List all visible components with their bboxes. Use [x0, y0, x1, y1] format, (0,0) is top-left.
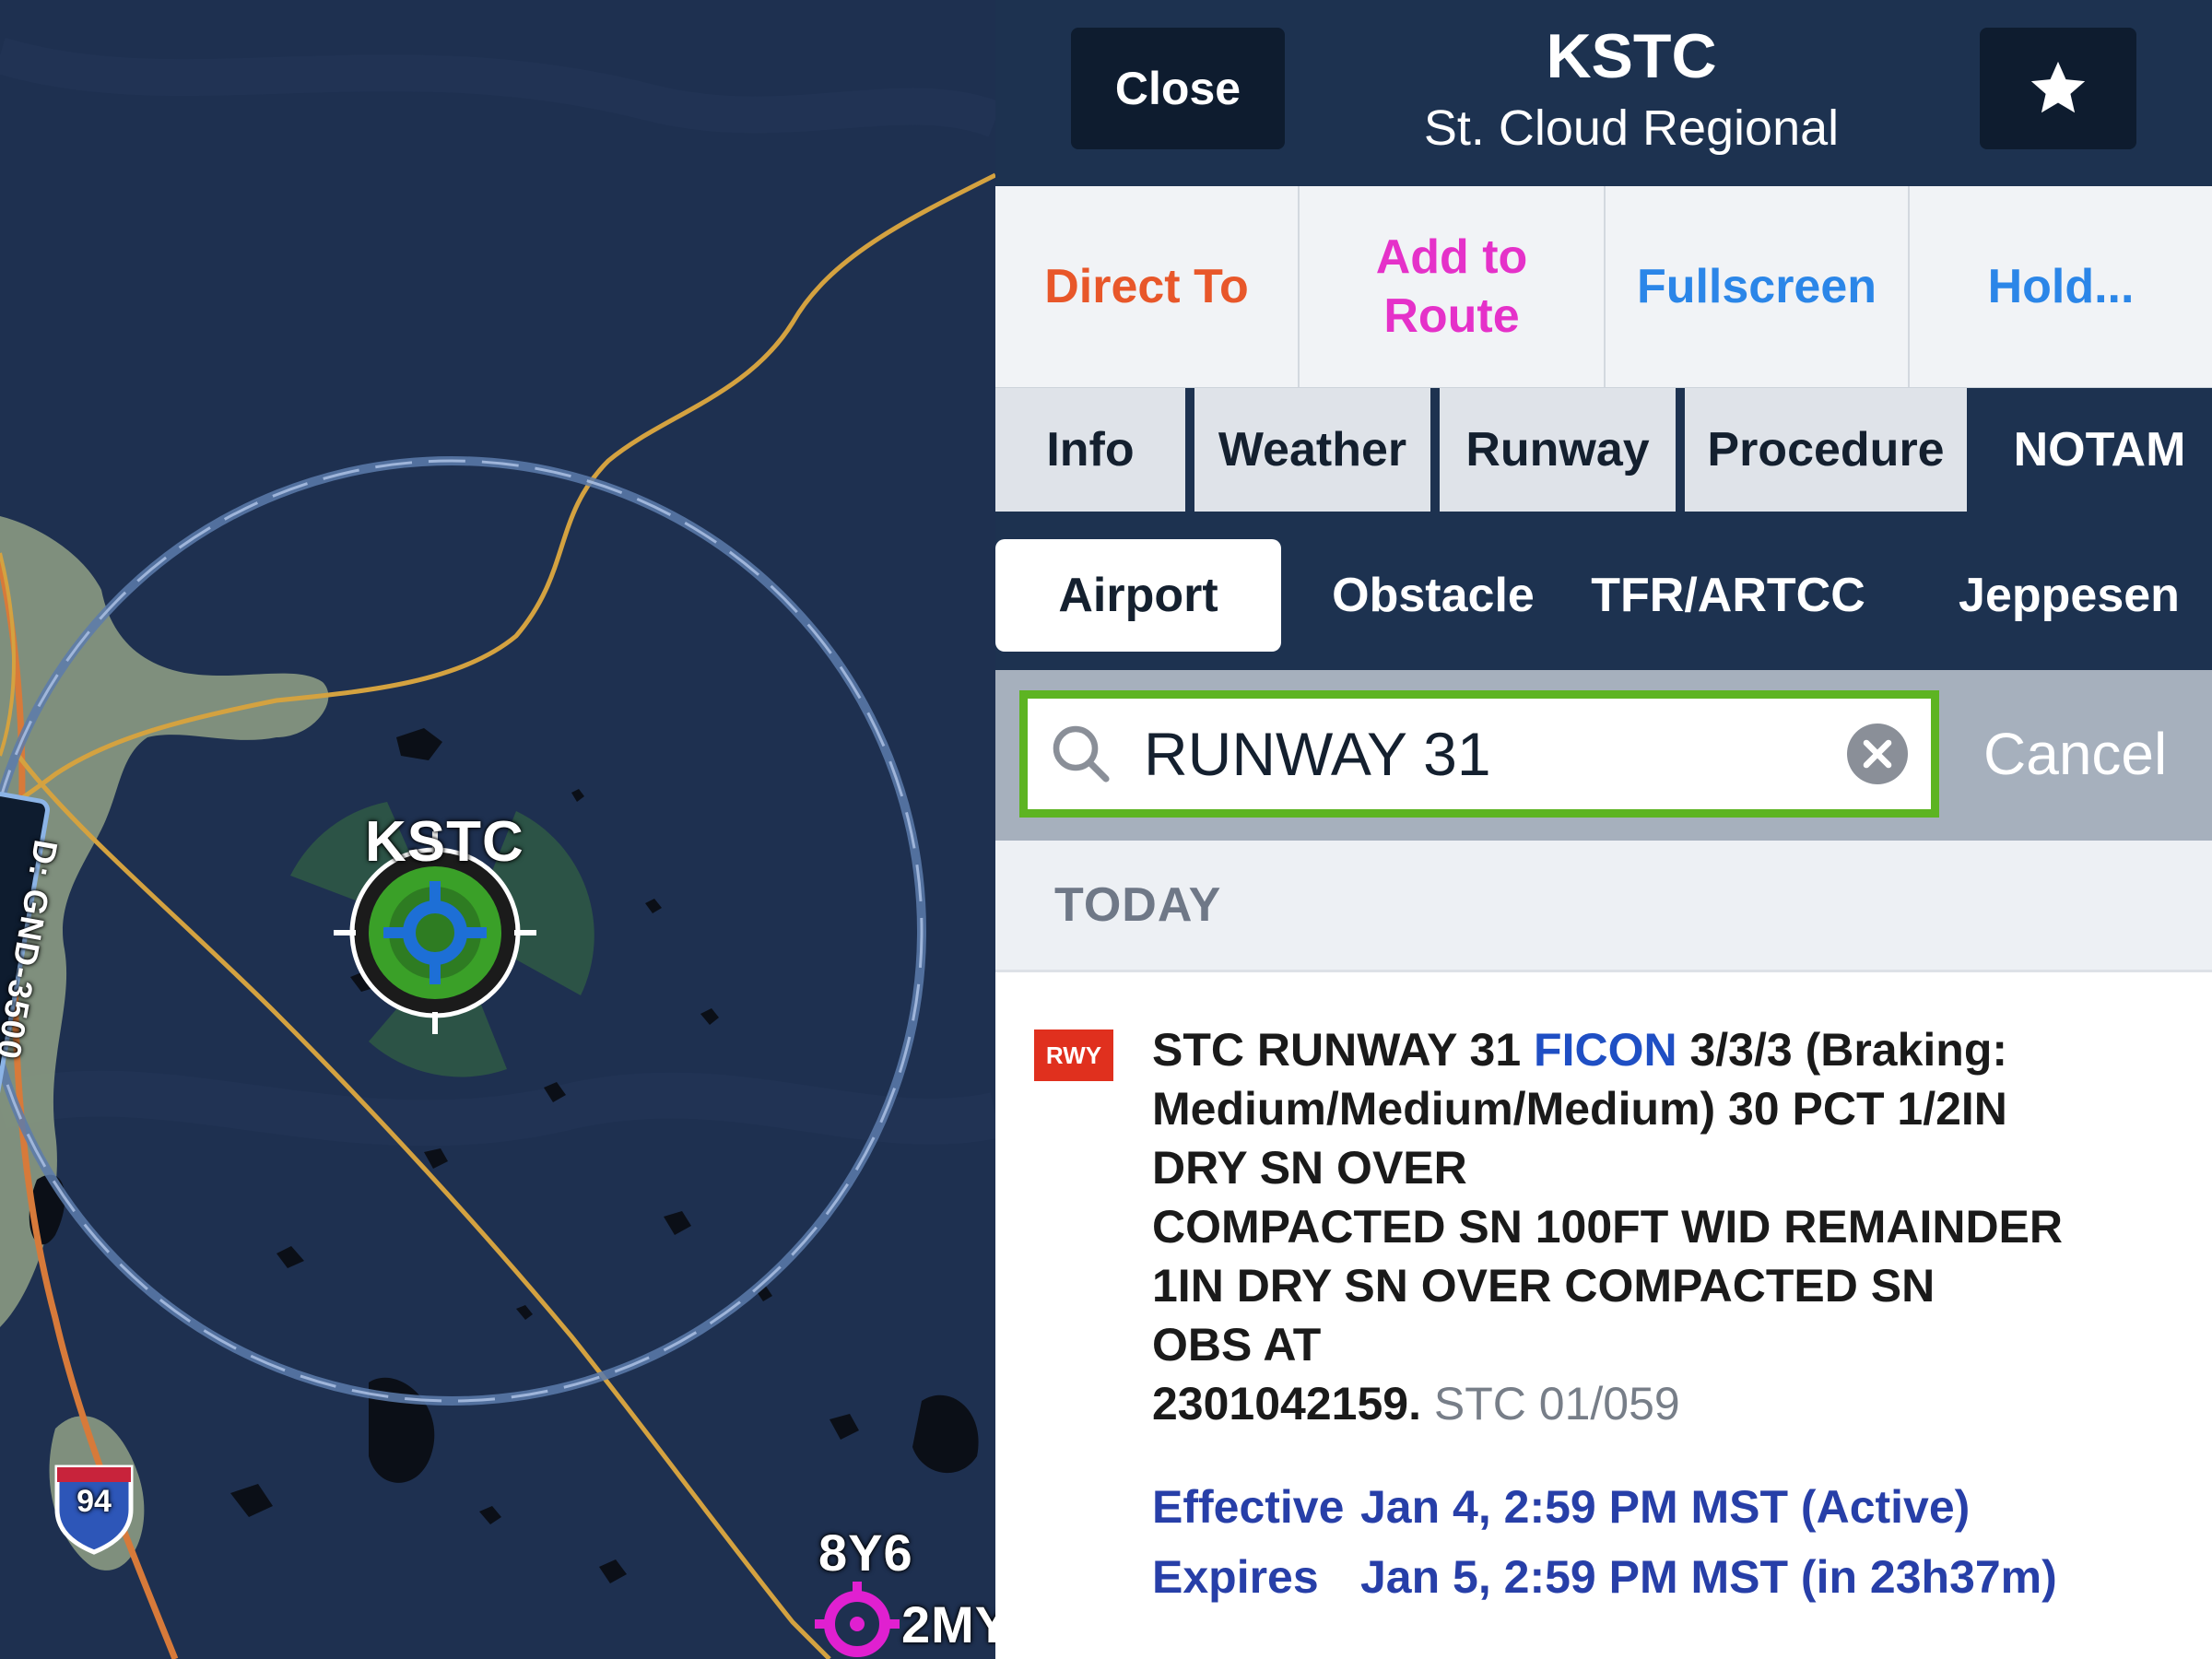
notam-line-7: 2301042159.: [1152, 1378, 1421, 1430]
tab-notam[interactable]: NOTAM: [1987, 388, 2212, 512]
airport-label-8y6[interactable]: 8Y6: [818, 1523, 913, 1583]
airport-label-kstc[interactable]: KSTC: [365, 809, 524, 875]
tab-weather[interactable]: Weather: [1194, 388, 1430, 512]
effective-row: Effective Jan 4, 2:59 PM MST (Active): [1152, 1480, 1970, 1534]
tab-info[interactable]: Info: [995, 388, 1185, 512]
notam-line-6: OBS AT: [1152, 1319, 1322, 1371]
expires-value: Jan 5, 2:59 PM MST (in 23h37m): [1360, 1551, 2057, 1603]
action-bar: Direct To Add to Route Fullscreen Hold..…: [995, 186, 2212, 390]
search-cancel-button[interactable]: Cancel: [1983, 690, 2167, 818]
notam-item[interactable]: RWY STC RUNWAY 31 FICON 3/3/3 (Braking: …: [995, 972, 2212, 1659]
search-bar: RUNWAY 31 Cancel: [995, 670, 2212, 841]
effective-label: Effective: [1152, 1481, 1345, 1533]
notam-line-2: Medium/Medium/Medium) 30 PCT 1/2IN: [1152, 1083, 2007, 1135]
tab-procedure[interactable]: Procedure: [1685, 388, 1967, 512]
rwy-badge: RWY: [1034, 1030, 1113, 1081]
tab-bar: Info Weather Runway Procedure NOTAM: [995, 388, 2212, 512]
panel-header: Close KSTC St. Cloud Regional: [995, 0, 2212, 186]
search-field[interactable]: RUNWAY 31: [1019, 690, 1939, 818]
airport-label-2my[interactable]: 2MY: [901, 1594, 995, 1654]
highway-shield-label: 94: [76, 1484, 112, 1519]
ficon-keyword: FICON: [1534, 1024, 1677, 1076]
airport-code-title: KSTC: [1546, 21, 1717, 91]
notam-line-5: 1IN DRY SN OVER COMPACTED SN: [1152, 1260, 1936, 1312]
hold-button[interactable]: Hold...: [1910, 186, 2212, 387]
section-header-today: TODAY: [995, 841, 2212, 972]
section-header-label: TODAY: [1054, 878, 1222, 932]
notam-prefix: STC RUNWAY 31: [1152, 1024, 1522, 1076]
notam-line-1: 3/3/3 (Braking:: [1689, 1024, 2008, 1076]
airport-name-subtitle: St. Cloud Regional: [1423, 100, 1840, 156]
expires-label: Expires: [1152, 1551, 1319, 1603]
notam-line-4: COMPACTED SN 100FT WID REMAINDER: [1152, 1201, 2064, 1253]
add-to-route-button[interactable]: Add to Route: [1300, 186, 1606, 387]
close-button[interactable]: Close: [1071, 28, 1285, 149]
search-input[interactable]: RUNWAY 31: [1144, 699, 1491, 809]
subtab-airport[interactable]: Airport: [995, 539, 1281, 652]
map-view[interactable]: KSTC 8Y6 2MY 94 D: GND-3500: [0, 0, 995, 1659]
clear-search-icon[interactable]: [1844, 721, 1911, 787]
notam-id: STC 01/059: [1433, 1378, 1680, 1430]
subtab-obstacle[interactable]: Obstacle: [1309, 539, 1558, 652]
star-icon: [2030, 61, 2086, 113]
subtab-jeppesen[interactable]: Jeppesen: [1945, 539, 2194, 652]
notam-subtab-bar: Airport Obstacle TFR/ARTCC Jeppesen: [995, 512, 2212, 670]
subtab-tfr-artcc[interactable]: TFR/ARTCC: [1591, 539, 1865, 652]
airport-panel: Close KSTC St. Cloud Regional Direct To …: [995, 0, 2212, 1659]
tab-runway[interactable]: Runway: [1440, 388, 1676, 512]
favorite-button[interactable]: [1980, 28, 2136, 149]
notam-line-3: DRY SN OVER: [1152, 1142, 1467, 1194]
fullscreen-button[interactable]: Fullscreen: [1606, 186, 1910, 387]
search-icon: [1053, 725, 1110, 782]
effective-value: Jan 4, 2:59 PM MST (Active): [1360, 1481, 1971, 1533]
direct-to-button[interactable]: Direct To: [995, 186, 1300, 387]
expires-row: Expires Jan 5, 2:59 PM MST (in 23h37m): [1152, 1550, 2057, 1604]
notam-text: STC RUNWAY 31 FICON 3/3/3 (Braking: Medi…: [1152, 1020, 2166, 1433]
